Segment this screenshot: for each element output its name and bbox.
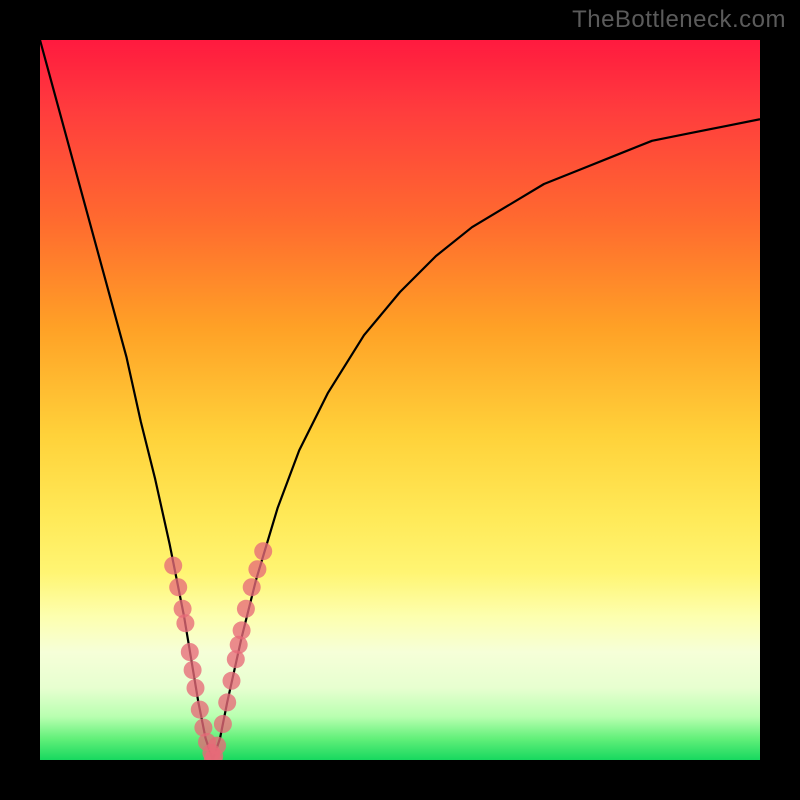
plot-area (40, 40, 760, 760)
data-point-marker (176, 614, 194, 632)
data-point-marker (243, 578, 261, 596)
data-point-marker (191, 701, 209, 719)
data-point-marker (223, 672, 241, 690)
data-point-marker (254, 542, 272, 560)
data-point-marker (184, 661, 202, 679)
data-point-marker (248, 560, 266, 578)
data-point-marker (233, 621, 251, 639)
data-point-marker (169, 578, 187, 596)
data-point-marker (208, 737, 226, 755)
bottleneck-curve (40, 40, 760, 760)
watermark-text: TheBottleneck.com (572, 6, 786, 34)
data-point-marker (218, 693, 236, 711)
data-point-marker (164, 557, 182, 575)
chart-frame: TheBottleneck.com (0, 0, 800, 800)
data-point-marker (181, 643, 199, 661)
data-point-marker (214, 715, 232, 733)
chart-svg (40, 40, 760, 760)
data-point-marker (187, 679, 205, 697)
data-point-marker (237, 600, 255, 618)
